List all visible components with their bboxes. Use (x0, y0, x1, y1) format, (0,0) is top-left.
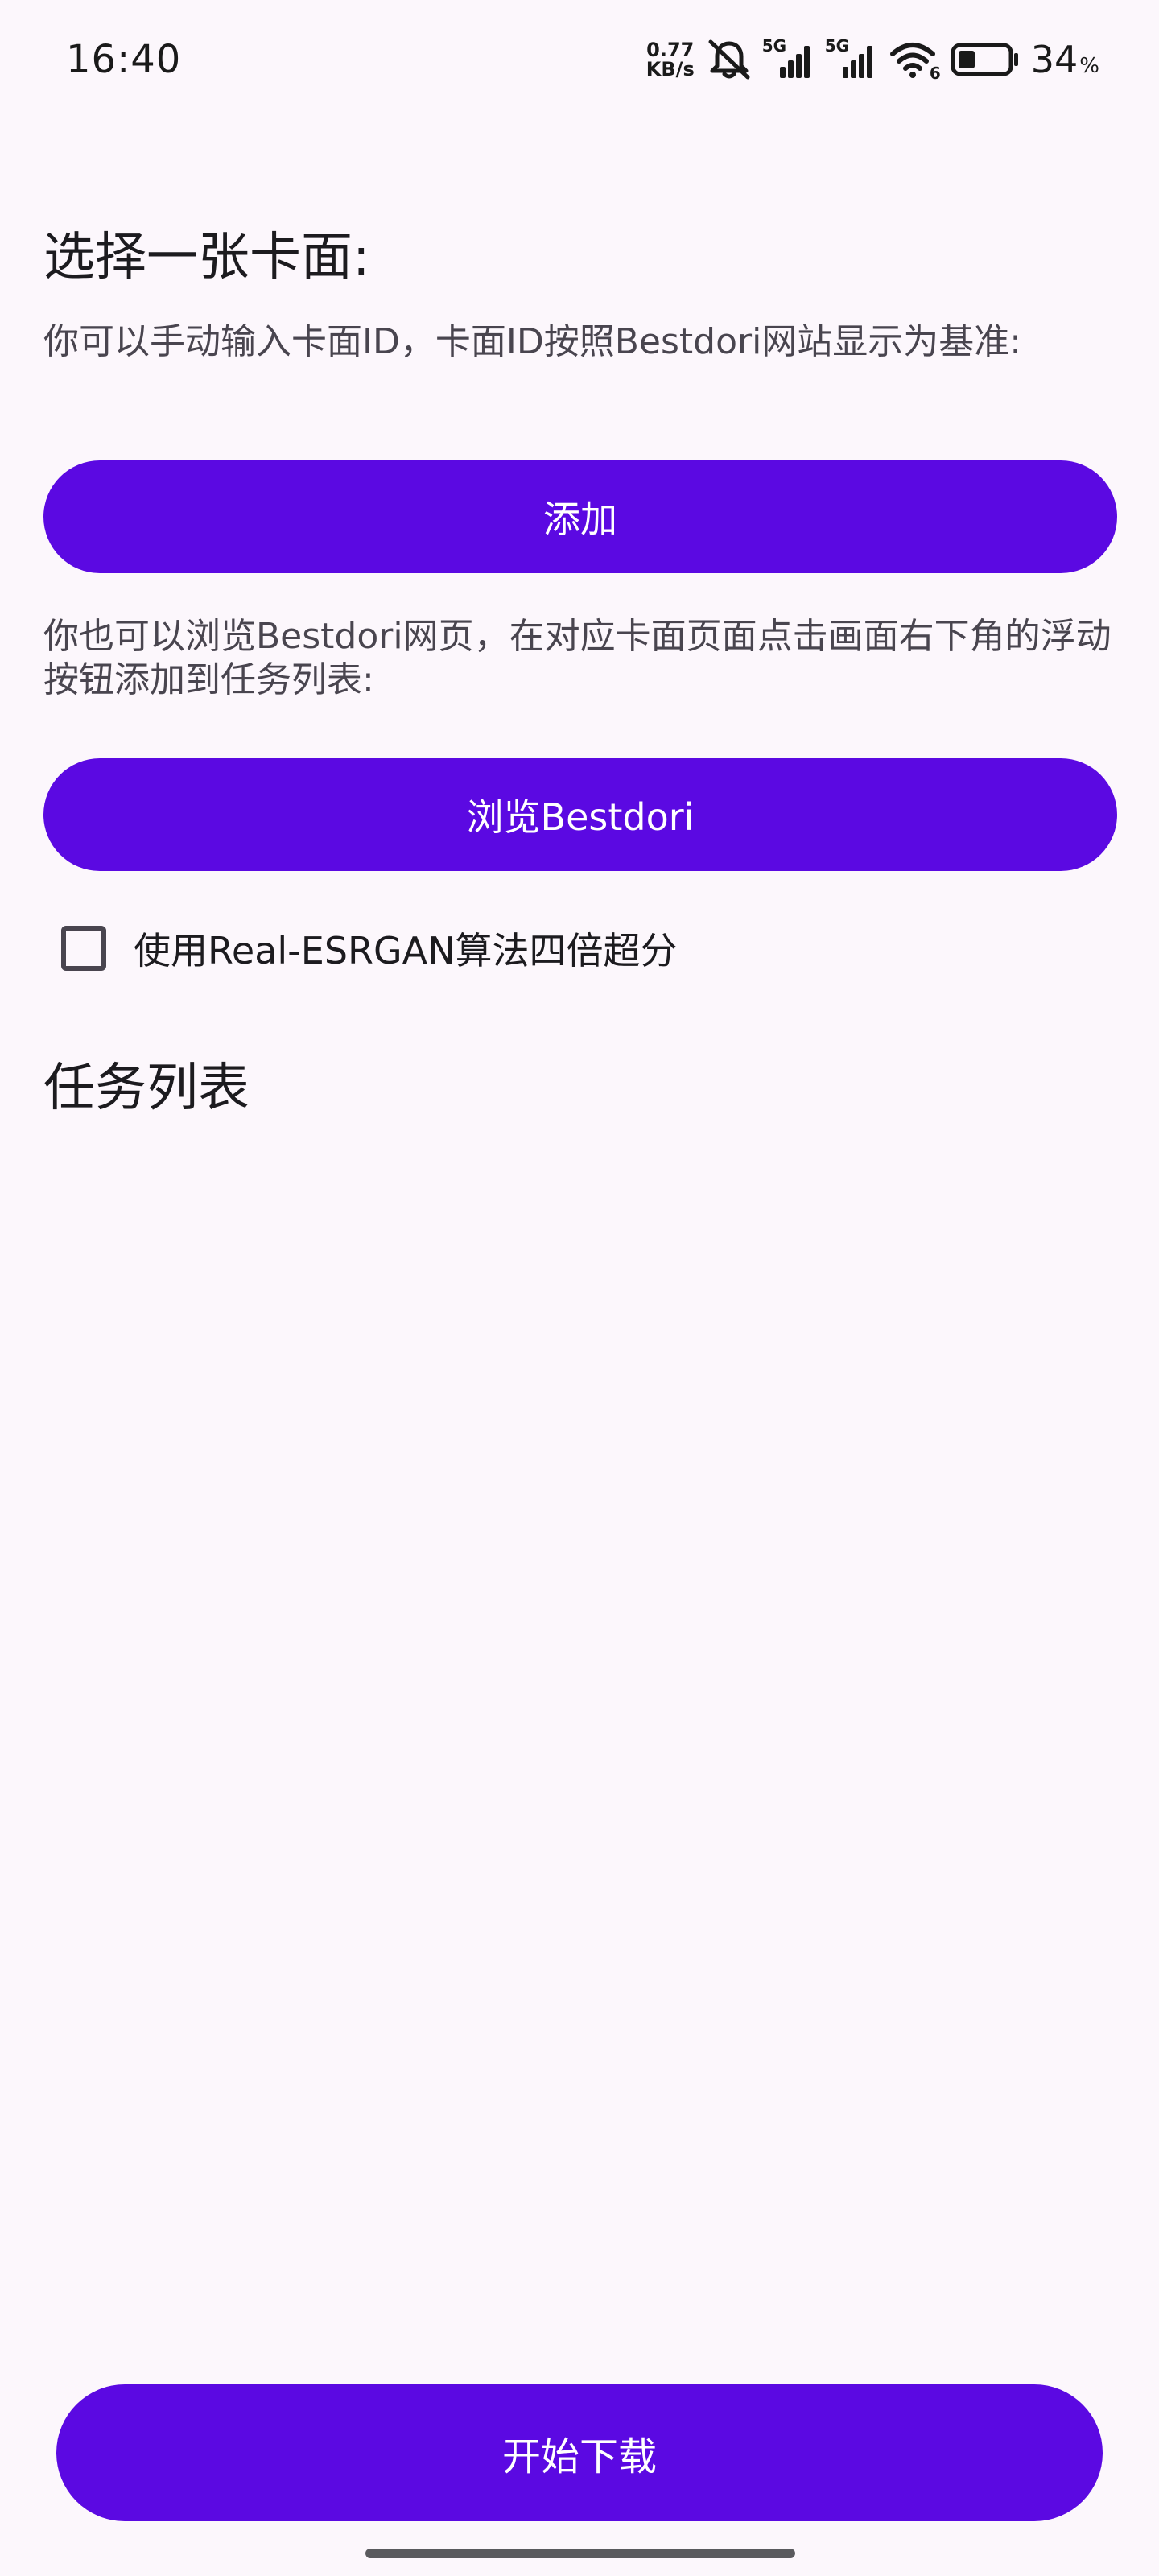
upscale-checkbox-label[interactable]: 使用Real-ESRGAN算法四倍超分 (134, 922, 678, 975)
signal-label: 5G (824, 36, 850, 56)
status-icons: 0.77 KB/s 5G 5G 6 34 % (646, 34, 1099, 85)
wifi-icon: 6 (889, 39, 941, 83)
mute-icon (706, 39, 753, 80)
signal-icon: 5G (761, 36, 815, 80)
manual-input-description: 你可以手动输入卡面ID，卡面ID按照Bestdori网站显示为基准: (43, 321, 1022, 362)
battery-percentage-value: 34 (1030, 38, 1079, 81)
wifi-badge: 6 (929, 64, 941, 83)
home-indicator[interactable] (365, 2549, 795, 2558)
start-download-button[interactable]: 开始下载 (56, 2384, 1103, 2521)
upscale-checkbox[interactable] (61, 926, 106, 971)
battery-percentage-unit: % (1079, 54, 1099, 78)
signal-icon: 5G (824, 36, 878, 80)
status-time: 16:40 (66, 37, 182, 82)
network-speed: 0.77 KB/s (646, 40, 695, 79)
browse-description: 你也可以浏览Bestdori网页，在对应卡面页面点击画面右下角的浮动按钮添加到任… (43, 616, 1112, 700)
network-speed-value: 0.77 (646, 39, 695, 61)
battery-icon (951, 42, 1020, 77)
battery-fill (958, 51, 975, 68)
signal-label: 5G (761, 36, 787, 56)
battery-percentage: 34% (1031, 38, 1099, 81)
task-list (43, 1143, 1117, 2334)
status-bar: 16:40 0.77 KB/s 5G 5G 6 34 % (0, 0, 1159, 121)
upscale-checkbox-row[interactable]: 使用Real-ESRGAN算法四倍超分 (61, 923, 678, 974)
choose-card-title: 选择一张卡面: (43, 228, 370, 287)
task-list-title: 任务列表 (43, 1059, 250, 1118)
browse-bestdori-button[interactable]: 浏览Bestdori (43, 758, 1117, 871)
add-button[interactable]: 添加 (43, 460, 1117, 573)
network-speed-unit: KB/s (645, 58, 695, 80)
